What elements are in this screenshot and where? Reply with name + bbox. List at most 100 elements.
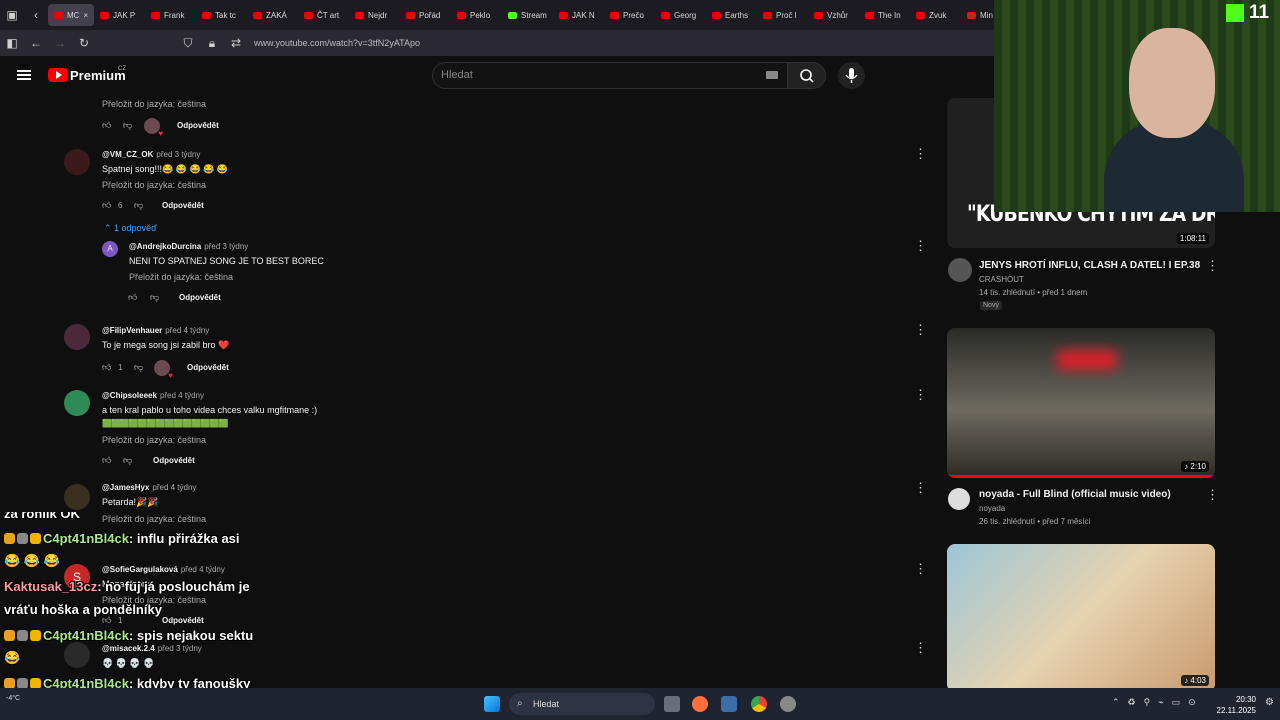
reply-button[interactable]: Odpovědět [162,616,204,625]
browser-tab[interactable]: Peklo [451,4,502,26]
dislike-icon[interactable]: 👎︎ [123,455,132,466]
taskbar-search[interactable]: ⌕ Hledat [509,693,655,715]
more-actions-icon[interactable]: ⋮ [914,147,927,160]
browser-tab[interactable]: MC × [48,4,94,26]
reply-button[interactable]: Odpovědět [162,201,204,210]
reply-button[interactable]: Odpovědět [177,121,219,130]
channel-name[interactable]: noyada [979,504,1005,513]
channel-avatar[interactable] [948,258,972,282]
translate-link[interactable]: Přeložit do jazyka: čeština [102,180,206,190]
browser-tab[interactable]: JAK N [553,4,604,26]
reply-button[interactable]: Odpovědět [179,293,221,302]
avatar[interactable] [64,484,90,510]
notification-icon[interactable]: ⚙ [1265,697,1274,708]
youtube-logo-icon[interactable] [48,68,68,82]
firefox-icon[interactable] [692,696,708,712]
dislike-icon[interactable]: 👎︎ [150,292,159,303]
search-input[interactable]: Hledat [432,62,788,89]
tab-label: Earths [725,10,749,20]
dislike-icon[interactable]: 👎︎ [123,120,132,131]
dislike-icon[interactable]: 👎︎ [134,362,143,373]
avatar[interactable] [64,642,90,668]
more-actions-icon[interactable]: ⋮ [914,562,927,575]
app-icon[interactable] [721,696,737,712]
browser-tab[interactable]: Nejdr [349,4,400,26]
menu-icon[interactable] [17,70,31,72]
translate-link[interactable]: Přeložit do jazyka: čeština [129,272,233,282]
comment-author[interactable]: @Chipsoleeek před 4 týdny [102,391,204,400]
back-icon[interactable]: ← [24,36,48,50]
start-icon[interactable] [484,696,500,712]
video-title[interactable]: noyada - Full Blind (official music vide… [979,489,1171,500]
browser-tab[interactable]: JAK P [94,4,145,26]
like-icon[interactable]: 👍︎ [102,120,111,131]
like-icon[interactable]: 👍︎ [102,200,111,211]
comment-author[interactable]: @FilipVenhauer před 4 týdny [102,326,209,335]
like-icon[interactable]: 👍︎ [102,362,111,373]
more-actions-icon[interactable]: ⋮ [914,641,927,654]
sidebar-toggle-icon[interactable]: ◧ [0,36,24,50]
avatar[interactable]: A [102,241,118,257]
task-view-icon[interactable] [664,696,680,712]
browser-tab[interactable]: The In [859,4,910,26]
more-actions-icon[interactable]: ⋮ [914,388,927,401]
dislike-icon[interactable]: 👎︎ [134,200,143,211]
reload-icon[interactable]: ↻ [72,36,96,50]
url-bar[interactable]: www.youtube.com/watch?v=3tfN2yATApo [254,38,420,48]
permissions-icon[interactable]: ⇄ [224,36,248,50]
comment-author[interactable]: @VM_CZ_OK před 3 týdny [102,150,200,159]
browser-tab[interactable]: Georg [655,4,706,26]
system-tray-icons[interactable]: ⌃♻⚲⌁▭⊙ [1112,697,1204,708]
avatar[interactable] [64,324,90,350]
replies-toggle[interactable]: ⌃ 1 odpověď [104,223,157,234]
avatar[interactable] [64,390,90,416]
browser-tab[interactable]: Zvuk [910,4,961,26]
tab-close-icon[interactable]: × [83,11,88,20]
browser-tab[interactable]: ČT art [298,4,349,26]
voice-search-button[interactable] [838,62,865,89]
obs-icon[interactable] [780,696,796,712]
more-actions-icon[interactable]: ⋮ [914,481,927,494]
browser-tab[interactable]: Tak tc [196,4,247,26]
lock-icon[interactable]: 🔒︎ [200,36,224,51]
reply-button[interactable]: Odpovědět [153,456,195,465]
comment-author[interactable]: @misacek.2.4 před 3 týdny [102,644,202,653]
more-actions-icon[interactable]: ⋮ [1206,259,1219,272]
like-icon[interactable]: 👍︎ [102,455,111,466]
browser-tab[interactable]: Frank [145,4,196,26]
avatar[interactable] [64,149,90,175]
browser-tab[interactable]: Earths [706,4,757,26]
tab-overview-icon[interactable]: ▣ [0,8,24,22]
comment-author[interactable]: @AndrejkoDurcina před 3 týdny [129,242,248,251]
browser-tab[interactable]: Vzhůr [808,4,859,26]
channel-name[interactable]: CRASHOUT [979,275,1024,284]
video-thumbnail[interactable]: ♪ 4:03 [947,544,1215,692]
more-actions-icon[interactable]: ⋮ [1206,488,1219,501]
search-button[interactable] [788,62,826,89]
shield-icon[interactable]: ⛉ [176,36,200,51]
browser-tab[interactable]: Prečo [604,4,655,26]
browser-tab[interactable]: ZAKÁ [247,4,298,26]
translate-link[interactable]: Přeložit do jazyka: čeština [102,99,206,109]
forward-icon[interactable]: → [48,36,72,50]
browser-tab[interactable]: Pořád [400,4,451,26]
tab-favicon-icon [610,11,619,19]
video-thumbnail[interactable]: ♪ 2:10 [947,328,1215,478]
comment-author[interactable]: @JamesHyx před 4 týdny [102,483,196,492]
chrome-icon[interactable] [751,696,767,712]
keyboard-icon[interactable] [766,71,778,79]
translate-link[interactable]: Přeložit do jazyka: čeština [102,435,206,445]
tab-scroll-left-icon[interactable]: ‹ [24,8,48,22]
channel-avatar[interactable] [948,488,970,510]
more-actions-icon[interactable]: ⋮ [914,323,927,336]
reply-button[interactable]: Odpovědět [187,363,229,372]
more-actions-icon[interactable]: ⋮ [914,239,927,252]
browser-tab[interactable]: Proč l [757,4,808,26]
translate-link[interactable]: Přeložit do jazyka: čeština [102,514,206,524]
comment-author[interactable]: @SofieGargulaková před 4 týdny [102,565,225,574]
like-icon[interactable]: 👍︎ [128,292,137,303]
clock[interactable]: 20:30 22.11.2025 [1217,694,1256,716]
weather-temp[interactable]: -4°C [6,695,20,702]
video-title[interactable]: JENYS HROTÍ INFLU, CLASH A DATEL! I EP.3… [979,260,1200,271]
browser-tab[interactable]: Stream [502,4,553,26]
